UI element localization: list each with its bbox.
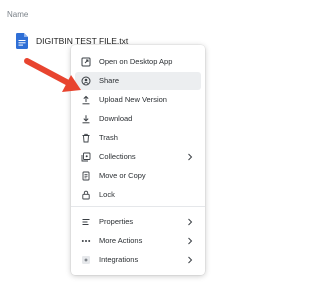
download-icon — [81, 114, 91, 124]
menu-item-share[interactable]: Share — [75, 72, 201, 90]
context-menu: Open on Desktop App Share Upload New Ver… — [71, 45, 205, 275]
share-icon — [81, 76, 91, 86]
chevron-right-icon — [187, 217, 193, 227]
properties-icon — [81, 217, 91, 227]
menu-item-download[interactable]: Download — [75, 110, 201, 128]
menu-item-lock[interactable]: Lock — [75, 186, 201, 204]
menu-item-move-copy[interactable]: Move or Copy — [75, 167, 201, 185]
integrations-icon — [81, 255, 91, 265]
menu-item-properties[interactable]: Properties — [75, 213, 201, 231]
collections-icon — [81, 152, 91, 162]
chevron-right-icon — [187, 236, 193, 246]
menu-divider — [71, 206, 205, 207]
document-icon — [16, 33, 28, 49]
lock-icon — [81, 190, 91, 200]
menu-item-trash[interactable]: Trash — [75, 129, 201, 147]
trash-icon — [81, 133, 91, 143]
more-actions-icon — [81, 236, 91, 246]
upload-icon — [81, 95, 91, 105]
menu-item-integrations[interactable]: Integrations — [75, 251, 201, 269]
menu-item-open-desktop[interactable]: Open on Desktop App — [75, 53, 201, 71]
column-header-name[interactable]: Name — [7, 10, 28, 19]
move-copy-icon — [81, 171, 91, 181]
chevron-right-icon — [187, 152, 193, 162]
chevron-right-icon — [187, 255, 193, 265]
menu-item-collections[interactable]: Collections — [75, 148, 201, 166]
menu-item-more-actions[interactable]: More Actions — [75, 232, 201, 250]
menu-item-upload-version[interactable]: Upload New Version — [75, 91, 201, 109]
open-external-icon — [81, 57, 91, 67]
